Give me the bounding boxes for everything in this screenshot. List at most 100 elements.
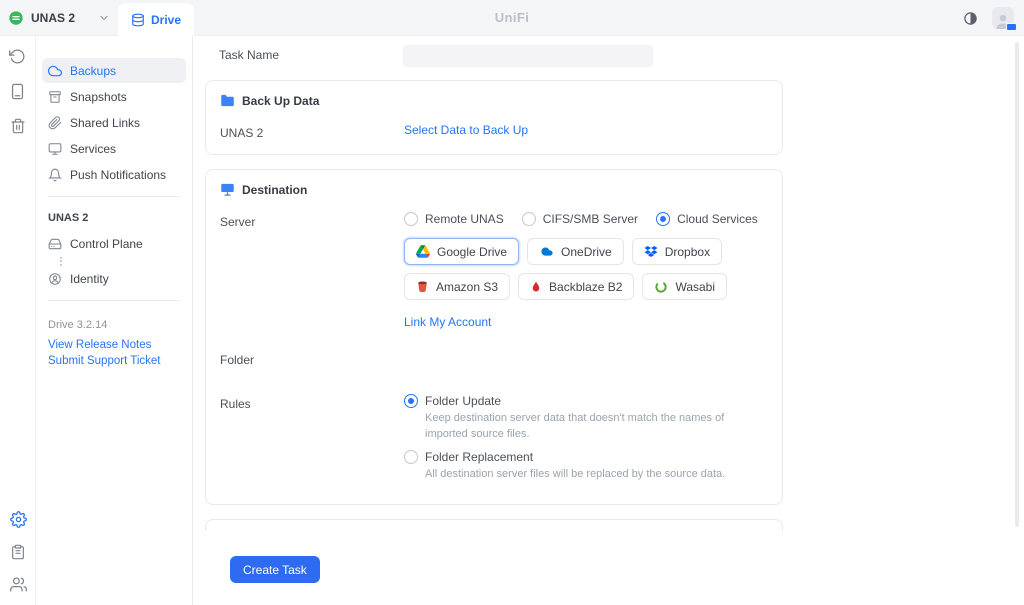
radio-remote-unas[interactable]: Remote UNAS [404,212,504,226]
provider-backblaze-b2[interactable]: Backblaze B2 [518,273,634,300]
radio-label: Folder Replacement [425,450,533,464]
sidebar-item-snapshots[interactable]: Snapshots [42,84,186,109]
radio-cloud-services[interactable]: Cloud Services [656,212,758,226]
task-name-row: Task Name [219,45,783,67]
release-notes-link[interactable]: View Release Notes [36,337,192,353]
control-plane-icon [48,237,62,251]
provider-google-drive[interactable]: Google Drive [404,238,519,265]
sidebar-item-control-plane[interactable]: Control Plane [42,231,186,256]
sidebar-item-backups[interactable]: Backups [42,58,186,83]
rail-bottom-group [0,511,36,593]
radio-folder-replacement[interactable]: Folder Replacement [404,450,768,464]
rules-label: Rules [220,394,404,411]
provider-row: Amazon S3 Backblaze B2 Wasabi [404,273,768,300]
monitor-icon [220,182,235,197]
onedrive-icon [539,245,554,258]
console-name: UNAS 2 [31,11,75,25]
rule-description: Keep destination server data that doesn'… [425,411,768,443]
radio-label: CIFS/SMB Server [543,212,638,226]
wasabi-icon [654,280,668,294]
radio-folder-update[interactable]: Folder Update [404,394,768,408]
sidebar-item-services[interactable]: Services [42,136,186,161]
cloud-backup-icon [48,64,62,78]
sidebar-item-label: Control Plane [70,237,143,251]
google-drive-icon [416,245,430,258]
avatar-badge [1006,23,1017,31]
clipboard-icon[interactable] [10,544,26,560]
chevron-down-icon [98,12,110,24]
monitor-icon [48,142,62,156]
destination-header: Destination [220,182,768,197]
sidebar-item-label: Shared Links [70,116,140,130]
theme-toggle-icon[interactable] [963,11,978,26]
user-avatar[interactable] [992,7,1014,29]
backup-data-header: Back Up Data [220,93,768,108]
radio-circle [404,450,418,464]
snapshot-archive-icon [48,90,62,104]
provider-label: Wasabi [675,280,715,294]
radio-cifs-smb[interactable]: CIFS/SMB Server [522,212,638,226]
sidebar-item-push-notifications[interactable]: Push Notifications [42,162,186,187]
users-icon[interactable] [10,576,27,593]
create-task-button[interactable]: Create Task [230,556,320,583]
folder-label: Folder [220,350,404,367]
sidebar-item-label: Services [70,142,116,156]
provider-dropbox[interactable]: Dropbox [632,238,722,265]
main-content: Task Name Back Up Data UNAS 2 Select Dat… [193,36,1024,531]
tree-connector [60,257,192,266]
provider-label: Backblaze B2 [549,280,622,294]
dropbox-icon [644,245,658,258]
radio-label: Remote UNAS [425,212,504,226]
icon-rail [0,36,36,605]
provider-row: Google Drive OneDrive Dropbox [404,238,768,265]
destination-card: Destination Server Remote UNAS CIFS/ [205,169,783,505]
provider-wasabi[interactable]: Wasabi [642,273,727,300]
database-icon [131,13,145,27]
select-data-link[interactable]: Select Data to Back Up [404,123,528,137]
schedule-card: Schedule Occurs Daily [205,519,783,531]
destination-title: Destination [242,183,307,197]
task-name-input[interactable] [403,45,653,67]
support-ticket-link[interactable]: Submit Support Ticket [36,353,192,369]
rule-description: All destination server files will be rep… [425,467,768,483]
trash-icon[interactable] [10,118,26,134]
console-switcher[interactable]: UNAS 2 [8,0,110,36]
link-my-account[interactable]: Link My Account [404,315,491,329]
scrollbar[interactable] [1015,42,1019,527]
sidebar-item-identity[interactable]: Identity [42,266,186,291]
paperclip-icon [48,116,62,130]
sidebar-item-label: Snapshots [70,90,127,104]
topbar-actions [963,0,1014,36]
rules-options: Folder Update Keep destination server da… [404,394,768,490]
divider [48,300,180,301]
provider-buttons: Google Drive OneDrive Dropbox [404,238,768,300]
task-name-label: Task Name [219,45,403,62]
unifi-drive-app: UNAS 2 Drive UniFi [0,0,1024,605]
server-label: Server [220,212,404,229]
tab-drive-label: Drive [151,13,181,27]
sidebar-item-label: Push Notifications [70,168,166,182]
bell-icon [48,168,62,182]
server-row: Server Remote UNAS CIFS/SMB Server [220,212,768,329]
provider-label: OneDrive [561,245,612,259]
backup-data-card: Back Up Data UNAS 2 Select Data to Back … [205,80,783,155]
provider-label: Dropbox [665,245,710,259]
server-radio-group: Remote UNAS CIFS/SMB Server Cloud Servic… [404,212,768,226]
provider-label: Amazon S3 [436,280,498,294]
backblaze-icon [530,280,542,294]
storage-device-icon[interactable] [9,83,26,100]
settings-gear-icon[interactable] [10,511,27,528]
top-bar: UNAS 2 Drive UniFi [0,0,1024,36]
recent-activity-icon[interactable] [9,48,26,65]
radio-circle [522,212,536,226]
amazon-s3-icon [416,280,429,294]
provider-onedrive[interactable]: OneDrive [527,238,624,265]
backup-data-title: Back Up Data [242,94,319,108]
sidebar-item-shared-links[interactable]: Shared Links [42,110,186,135]
console-icon [8,10,24,26]
tab-drive[interactable]: Drive [118,3,194,36]
folder-row: Folder [220,350,768,367]
sidebar: Backups Snapshots Shared Links Services … [36,36,193,605]
rail-top-group [0,36,35,134]
provider-amazon-s3[interactable]: Amazon S3 [404,273,510,300]
